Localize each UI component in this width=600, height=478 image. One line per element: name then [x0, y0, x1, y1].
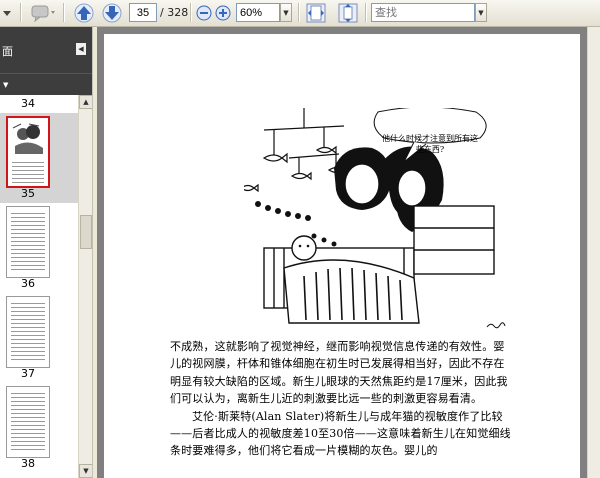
thumbnail-item-selected[interactable]: 35 [0, 113, 78, 203]
total-pages-label: / 328 [160, 6, 189, 19]
toolbar: / 328 ▼ ▼ [0, 0, 600, 27]
page-body-text: 不成熟，这就影响了视觉神经，继而影响视觉信息传递的有效性。婴儿的视网膜，杆体和锥… [170, 338, 512, 460]
thumbnail-label: 34 [21, 97, 35, 110]
previous-page-button[interactable] [71, 2, 97, 23]
zoom-dropdown-button[interactable]: ▼ [280, 3, 292, 22]
scroll-up-button[interactable]: ▲ [79, 95, 93, 109]
next-page-button[interactable] [99, 2, 125, 23]
thumbnail-sidebar: 面 ◀ ▼ 34 35 36 37 38 ▲ ▼ [0, 27, 93, 478]
search-dropdown-button[interactable]: ▼ [475, 3, 487, 22]
chevron-down-icon: ▼ [283, 8, 289, 17]
toolbar-overflow-button[interactable] [0, 2, 14, 23]
thumbnail-item[interactable]: 34 [0, 95, 78, 113]
thumbnail-label: 37 [21, 367, 35, 380]
sidebar-options-bar: ▼ [0, 73, 92, 96]
thumbnail-page [6, 206, 50, 278]
artist-signature [486, 321, 506, 331]
thumbnail-page [6, 296, 50, 368]
thumbnail-label: 36 [21, 277, 35, 290]
zoom-out-icon [196, 5, 211, 20]
search-input[interactable] [371, 3, 475, 22]
document-view[interactable]: 他什么时候才注意到所有这些东西? 不成熟，这就影响了视觉神经，继而影响视觉信息传… [97, 27, 587, 478]
zoom-in-button[interactable] [214, 2, 231, 23]
thumbnail-item[interactable]: 36 [0, 203, 78, 293]
scroll-down-button[interactable]: ▼ [79, 464, 93, 478]
thumbnail-item[interactable]: 37 [0, 293, 78, 383]
chevron-down-icon: ▼ [83, 467, 89, 475]
arrow-down-icon [102, 3, 122, 22]
zoom-level-input[interactable] [236, 3, 280, 22]
thumbnail-scrollbar[interactable]: ▲ ▼ [78, 95, 93, 478]
thumbnail-label: 38 [21, 457, 35, 470]
fit-page-button[interactable] [336, 2, 360, 23]
scrollbar-thumb[interactable] [80, 215, 92, 249]
chevron-down-icon: ▼ [478, 8, 484, 17]
fit-width-icon [306, 3, 326, 22]
thumbnail-page [6, 386, 50, 458]
comment-button[interactable] [28, 2, 58, 23]
arrow-up-icon [74, 3, 94, 22]
paragraph: 艾伦·斯莱特(Alan Slater)将新生儿与成年猫的视敏度作了比较——后者比… [170, 409, 511, 458]
document-scrollbar[interactable] [587, 27, 600, 478]
thumbnail-list: 34 35 36 37 38 [0, 95, 78, 478]
document-page: 他什么时候才注意到所有这些东西? 不成熟，这就影响了视觉神经，继而影响视觉信息传… [104, 34, 580, 478]
sidebar-header: 面 ◀ [0, 27, 92, 73]
chevron-up-icon: ▲ [83, 98, 89, 106]
speech-bubble-text: 他什么时候才注意到所有这些东西? [382, 134, 478, 154]
options-dropdown-icon[interactable]: ▼ [3, 81, 8, 89]
chevron-left-icon: ◀ [78, 45, 84, 53]
zoom-out-button[interactable] [195, 2, 212, 23]
zoom-in-icon [215, 5, 230, 20]
fit-width-button[interactable] [304, 2, 328, 23]
sidebar-collapse-button[interactable]: ◀ [76, 43, 86, 55]
fit-page-icon [338, 3, 358, 22]
speech-bubble-icon [31, 5, 55, 22]
thumbnail-illustration [12, 123, 43, 154]
thumbnail-page [6, 116, 50, 188]
page-number-input[interactable] [129, 3, 157, 22]
thumbnail-label: 35 [21, 187, 35, 200]
sidebar-title: 面 [2, 45, 13, 58]
dropdown-arrow-icon [3, 10, 11, 16]
thumbnail-item[interactable]: 38 [0, 383, 78, 473]
paragraph: 不成熟，这就影响了视觉神经，继而影响视觉信息传递的有效性。婴儿的视网膜，杆体和锥… [170, 340, 508, 406]
